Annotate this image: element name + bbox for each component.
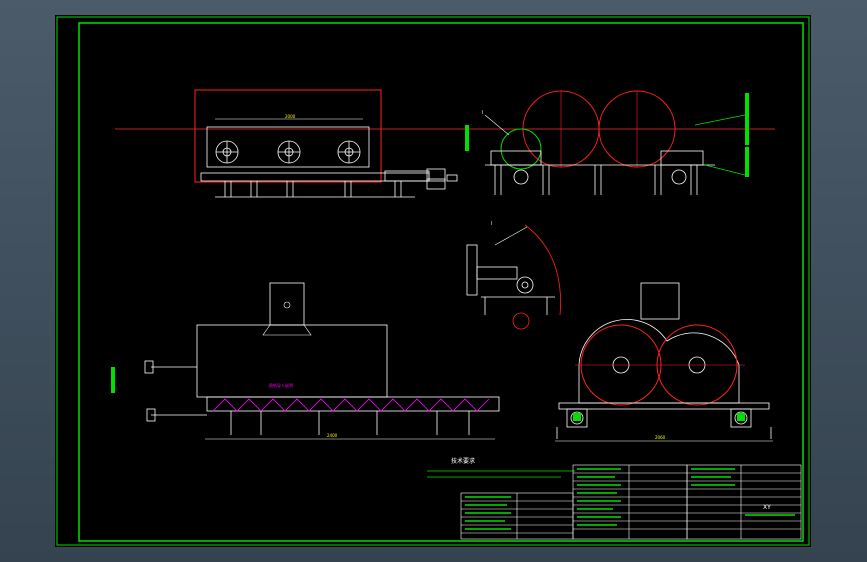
- svg-text:2000: 2000: [285, 114, 296, 119]
- side-view-top: I: [465, 90, 749, 195]
- svg-text:2400: 2400: [327, 433, 338, 438]
- drawing-outer-border: [56, 16, 810, 546]
- end-view: 2060: [555, 282, 773, 442]
- svg-text:I: I: [482, 110, 483, 116]
- engineering-drawing: 2000 I I 图纸导入说明 2400 2060 技术要求 XY: [56, 16, 810, 546]
- svg-text:I: I: [491, 221, 492, 227]
- technical-notes: 技术要求: [427, 457, 575, 478]
- conveyor-view: 图纸导入说明 2400: [111, 282, 500, 440]
- detail-view-i: I: [466, 221, 561, 330]
- cad-viewport[interactable]: 2000 I I 图纸导入说明 2400 2060 技术要求 XY: [55, 15, 811, 547]
- title-block-fill-lines: [465, 468, 795, 530]
- svg-text:图纸导入说明: 图纸导入说明: [269, 382, 293, 388]
- drawing-inner-border: [78, 22, 804, 542]
- title-block: [460, 464, 802, 540]
- title-block-code: XY: [763, 504, 771, 511]
- front-view-top: 2000: [115, 89, 775, 198]
- notes-heading: 技术要求: [451, 457, 475, 465]
- svg-text:2060: 2060: [655, 435, 666, 440]
